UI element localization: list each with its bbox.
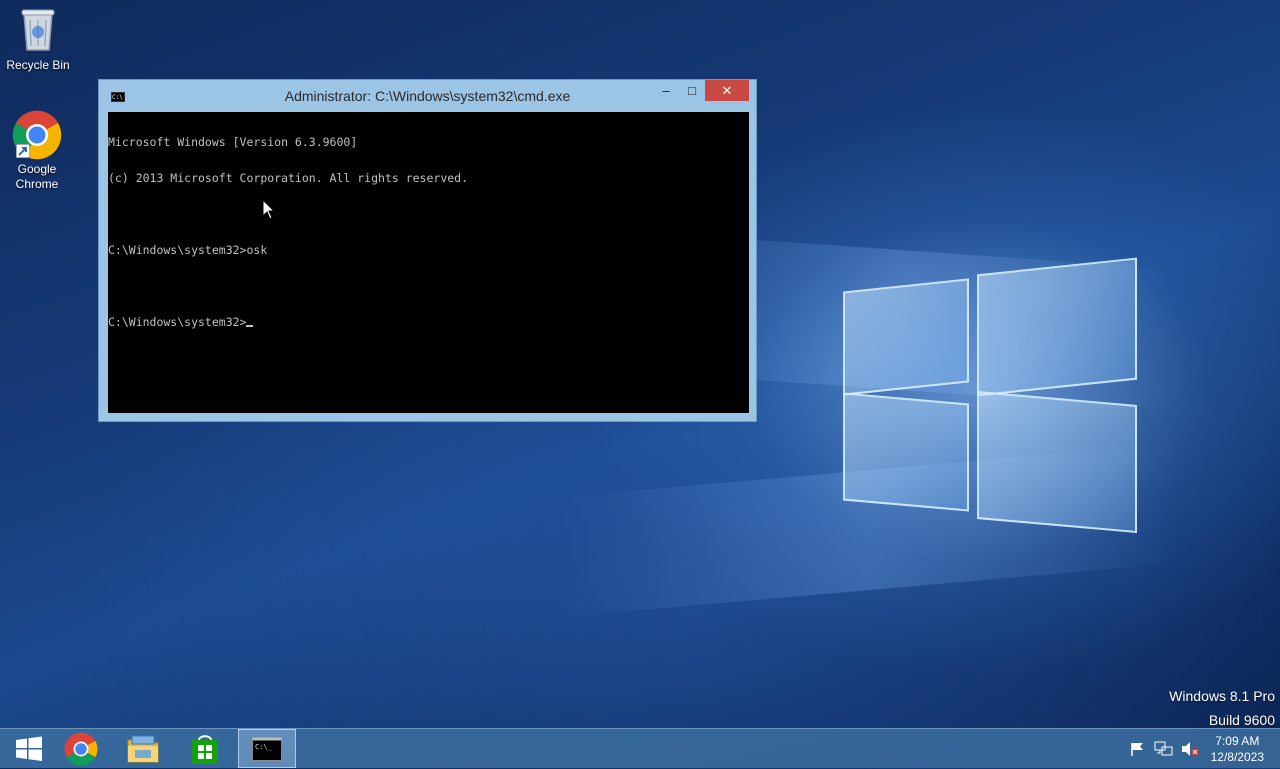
system-tray [1128,729,1200,769]
clock-time: 7:09 AM [1215,734,1260,748]
store-icon [192,734,218,764]
console-line: (c) 2013 Microsoft Corporation. All righ… [108,171,469,185]
console-output[interactable]: Microsoft Windows [Version 6.3.9600] (c)… [108,112,749,413]
console-line: Microsoft Windows [Version 6.3.9600] [108,135,358,149]
recycle-bin-icon [0,6,76,56]
taskbar-cmd[interactable]: C:\_ [238,729,296,768]
maximize-button[interactable]: □ [680,80,704,101]
volume-muted-icon[interactable] [1180,741,1200,757]
shortcut-arrow-icon [16,144,30,158]
cmd-titlebar[interactable]: C:\ Administrator: C:\Windows\system32\c… [99,80,756,112]
windows-version-watermark: Windows 8.1 Pro Build 9600 [1169,684,1275,732]
console-line: C:\Windows\system32>osk [108,243,268,257]
svg-text:C:\_: C:\_ [255,743,273,751]
start-button[interactable] [0,729,58,768]
taskbar-clock[interactable]: 7:09 AM 12/8/2023 [1211,733,1264,765]
watermark-edition: Windows 8.1 Pro [1169,688,1275,704]
taskbar-file-explorer[interactable] [114,729,172,768]
console-prompt-line[interactable]: C:\Windows\system32> [108,316,749,328]
desktop-icon-google-chrome[interactable]: Google Chrome [0,110,75,192]
recycle-bin-label: Recycle Bin [6,58,70,72]
minimize-button[interactable]: – [654,80,678,101]
mouse-pointer-icon [262,199,276,220]
taskbar-chrome[interactable] [52,729,110,768]
chrome-icon [64,732,98,766]
chrome-icon [12,110,62,160]
chrome-label: Google Chrome [15,162,59,191]
close-button[interactable]: ✕ [705,80,749,101]
start-windows-icon [16,736,42,761]
cmd-window[interactable]: C:\ Administrator: C:\Windows\system32\c… [98,79,757,422]
clock-date: 12/8/2023 [1210,750,1264,764]
desktop-icon-recycle-bin[interactable]: Recycle Bin [0,6,76,73]
cmd-icon: C:\_ [252,736,282,761]
console-prompt: C:\Windows\system32> [108,315,247,329]
taskbar-store[interactable] [176,729,234,768]
taskbar: C:\_ 7:09 AM 12/8/2023 [0,728,1280,768]
network-icon[interactable] [1154,741,1174,757]
file-explorer-icon [127,735,159,762]
action-center-flag-icon[interactable] [1128,741,1148,757]
text-caret [246,325,254,327]
